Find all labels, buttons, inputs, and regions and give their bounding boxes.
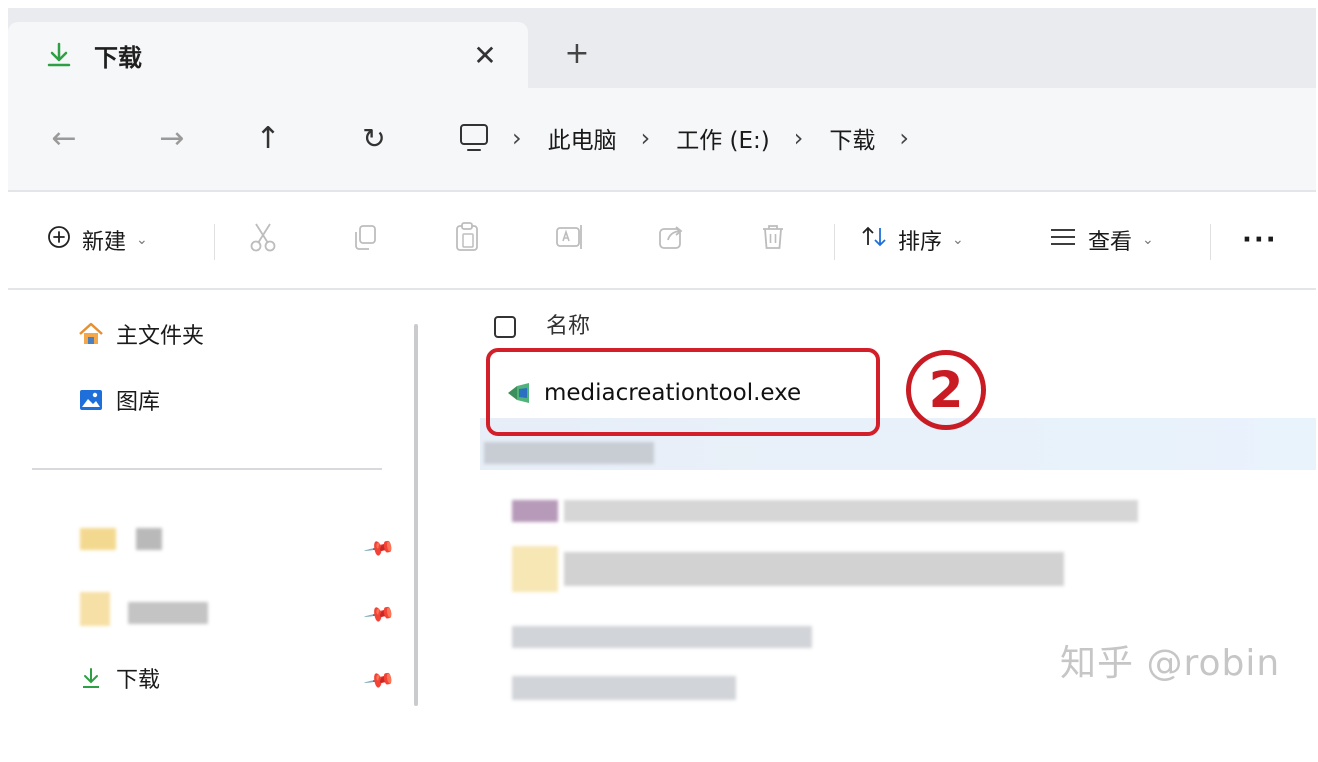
copy-button[interactable] bbox=[350, 218, 380, 262]
home-icon bbox=[78, 321, 104, 347]
clipboard-icon bbox=[452, 221, 482, 259]
copy-icon bbox=[350, 222, 380, 258]
toolbar-separator bbox=[214, 224, 215, 260]
redacted-label bbox=[128, 602, 208, 624]
rename-icon bbox=[554, 222, 586, 258]
breadcrumb-downloads[interactable]: 下载 bbox=[829, 121, 875, 155]
refresh-button[interactable]: ↻ bbox=[352, 116, 396, 160]
sidebar-item-downloads[interactable]: 下载 bbox=[78, 658, 160, 698]
scissors-icon bbox=[248, 221, 278, 259]
chevron-down-icon: ⌄ bbox=[952, 232, 964, 248]
plus-circle-icon bbox=[46, 224, 72, 256]
chevron-right-icon[interactable]: › bbox=[512, 124, 522, 152]
close-tab-icon[interactable]: ✕ bbox=[468, 38, 502, 72]
redacted-label bbox=[564, 500, 1138, 522]
chevron-down-icon: ⌄ bbox=[136, 232, 148, 248]
new-button[interactable]: 新建 ⌄ bbox=[46, 218, 148, 262]
toolbar-separator bbox=[1210, 224, 1211, 260]
navigation-bar: ← → ↑ ↻ › 此电脑 › 工作 (E:) › 下载 › bbox=[8, 88, 1316, 190]
view-list-icon bbox=[1048, 225, 1078, 255]
chevron-right-icon[interactable]: › bbox=[899, 124, 909, 152]
sidebar-scrollbar[interactable] bbox=[414, 324, 418, 706]
sidebar-item-label: 主文件夹 bbox=[116, 324, 205, 349]
redacted-label bbox=[484, 442, 654, 464]
chevron-down-icon: ⌄ bbox=[1142, 232, 1154, 248]
download-icon bbox=[44, 40, 74, 70]
share-button[interactable] bbox=[656, 218, 686, 262]
more-options-button[interactable]: ··· bbox=[1242, 218, 1278, 262]
new-tab-button[interactable]: + bbox=[560, 36, 594, 71]
new-label: 新建 bbox=[82, 230, 127, 255]
toolbar-separator bbox=[834, 224, 835, 260]
cut-button[interactable] bbox=[248, 218, 278, 262]
command-bar: 新建 ⌄ 排序 ⌄ 查看 ⌄ ··· bbox=[8, 192, 1316, 288]
pin-icon[interactable]: 📌 bbox=[363, 597, 397, 631]
view-button[interactable]: 查看 ⌄ bbox=[1048, 218, 1154, 262]
back-button[interactable]: ← bbox=[42, 116, 86, 160]
select-all-checkbox[interactable] bbox=[494, 316, 516, 338]
column-header-name[interactable]: 名称 bbox=[546, 308, 590, 340]
gallery-icon bbox=[78, 387, 104, 413]
tab-downloads[interactable]: 下载 ✕ bbox=[8, 22, 528, 88]
rename-button[interactable] bbox=[554, 218, 586, 262]
paste-button[interactable] bbox=[452, 218, 482, 262]
share-icon bbox=[656, 222, 686, 258]
computer-icon[interactable] bbox=[454, 118, 494, 158]
tab-strip: 下载 ✕ + bbox=[8, 8, 1316, 88]
step-number-badge: 2 bbox=[906, 350, 986, 430]
delete-button[interactable] bbox=[758, 218, 788, 262]
file-explorer-window: 下载 ✕ + ← → ↑ ↻ › 此电脑 › 工作 (E:) › 下载 › 新建… bbox=[8, 8, 1316, 706]
tab-title: 下载 bbox=[94, 43, 142, 72]
redacted-label bbox=[136, 528, 162, 550]
forward-button[interactable]: → bbox=[150, 116, 194, 160]
sidebar-item-label: 下载 bbox=[116, 668, 161, 693]
file-icon bbox=[512, 500, 558, 522]
sidebar-item-label: 图库 bbox=[116, 390, 161, 415]
sidebar-item-home[interactable]: 主文件夹 bbox=[78, 314, 204, 354]
chevron-right-icon[interactable]: › bbox=[794, 124, 804, 152]
pin-icon[interactable]: 📌 bbox=[363, 663, 397, 697]
folder-icon bbox=[80, 528, 116, 550]
redacted-label bbox=[512, 676, 736, 700]
view-label: 查看 bbox=[1088, 230, 1133, 255]
navigation-pane: 主文件夹 图库 📌 📌 下载 📌 bbox=[8, 290, 416, 706]
chevron-right-icon[interactable]: › bbox=[641, 124, 651, 152]
redacted-label bbox=[512, 626, 812, 648]
highlight-box bbox=[486, 348, 880, 436]
redacted-label bbox=[564, 552, 1064, 586]
sort-icon bbox=[860, 223, 888, 257]
sidebar-divider bbox=[32, 468, 382, 470]
file-icon bbox=[512, 546, 558, 592]
folder-icon bbox=[80, 592, 110, 626]
sort-button[interactable]: 排序 ⌄ bbox=[860, 218, 964, 262]
sidebar-item-gallery[interactable]: 图库 bbox=[78, 380, 160, 420]
download-icon bbox=[78, 665, 104, 691]
up-button[interactable]: ↑ bbox=[246, 116, 290, 160]
sort-label: 排序 bbox=[898, 230, 943, 255]
trash-icon bbox=[758, 222, 788, 258]
breadcrumb: › 此电脑 › 工作 (E:) › 下载 › bbox=[454, 114, 935, 162]
pin-icon[interactable]: 📌 bbox=[363, 531, 397, 565]
breadcrumb-drive-e[interactable]: 工作 (E:) bbox=[676, 121, 770, 155]
breadcrumb-this-pc[interactable]: 此电脑 bbox=[548, 121, 617, 155]
watermark: 知乎 @robin bbox=[1060, 643, 1281, 684]
